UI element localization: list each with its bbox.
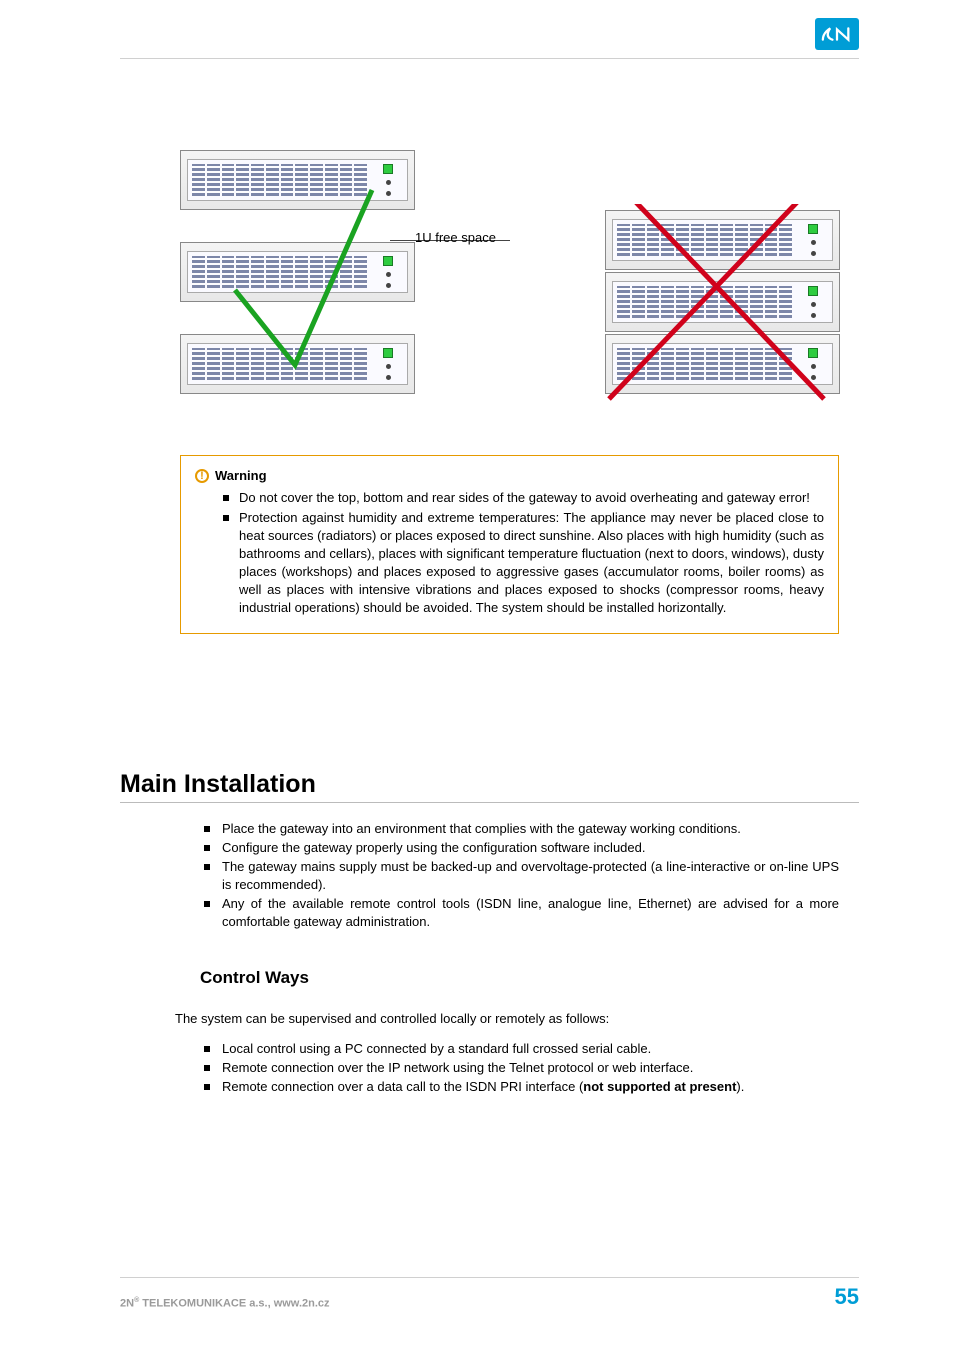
control-ways-list: Local control using a PC connected by a … bbox=[200, 1040, 839, 1097]
warning-item: Do not cover the top, bottom and rear si… bbox=[239, 489, 824, 507]
main-installation-list: Place the gateway into an environment th… bbox=[200, 820, 839, 932]
list-item: Any of the available remote control tool… bbox=[200, 895, 839, 931]
brand-logo bbox=[815, 18, 859, 50]
list-item: Configure the gateway properly using the… bbox=[200, 839, 839, 857]
callout-label: 1U free space bbox=[415, 230, 496, 245]
list-item: Remote connection over a data call to th… bbox=[200, 1078, 839, 1096]
heading-control-ways: Control Ways bbox=[200, 968, 309, 988]
page-number: 55 bbox=[835, 1284, 859, 1310]
heading-main-installation: Main Installation bbox=[120, 770, 316, 799]
warning-item: Protection against humidity and extreme … bbox=[239, 509, 824, 617]
rack-wrong bbox=[605, 210, 840, 394]
control-intro: The system can be supervised and control… bbox=[175, 1010, 839, 1028]
warning-title: Warning bbox=[215, 468, 267, 483]
header-rule bbox=[120, 58, 859, 59]
warning-icon: ! bbox=[195, 469, 209, 483]
page-footer: 2N® TELEKOMUNIKACE a.s., www.2n.cz 55 bbox=[120, 1277, 859, 1310]
list-item: The gateway mains supply must be backed-… bbox=[200, 858, 839, 894]
list-item: Place the gateway into an environment th… bbox=[200, 820, 839, 838]
footer-company-prefix: 2N bbox=[120, 1298, 134, 1310]
heading-rule bbox=[120, 802, 859, 803]
install-diagram: 1U free space bbox=[180, 150, 840, 394]
rack-correct: 1U free space bbox=[180, 150, 415, 394]
list-item: Local control using a PC connected by a … bbox=[200, 1040, 839, 1058]
list-item: Remote connection over the IP network us… bbox=[200, 1059, 839, 1077]
warning-box: ! Warning Do not cover the top, bottom a… bbox=[180, 455, 839, 634]
footer-company: TELEKOMUNIKACE a.s., www.2n.cz bbox=[139, 1298, 329, 1310]
